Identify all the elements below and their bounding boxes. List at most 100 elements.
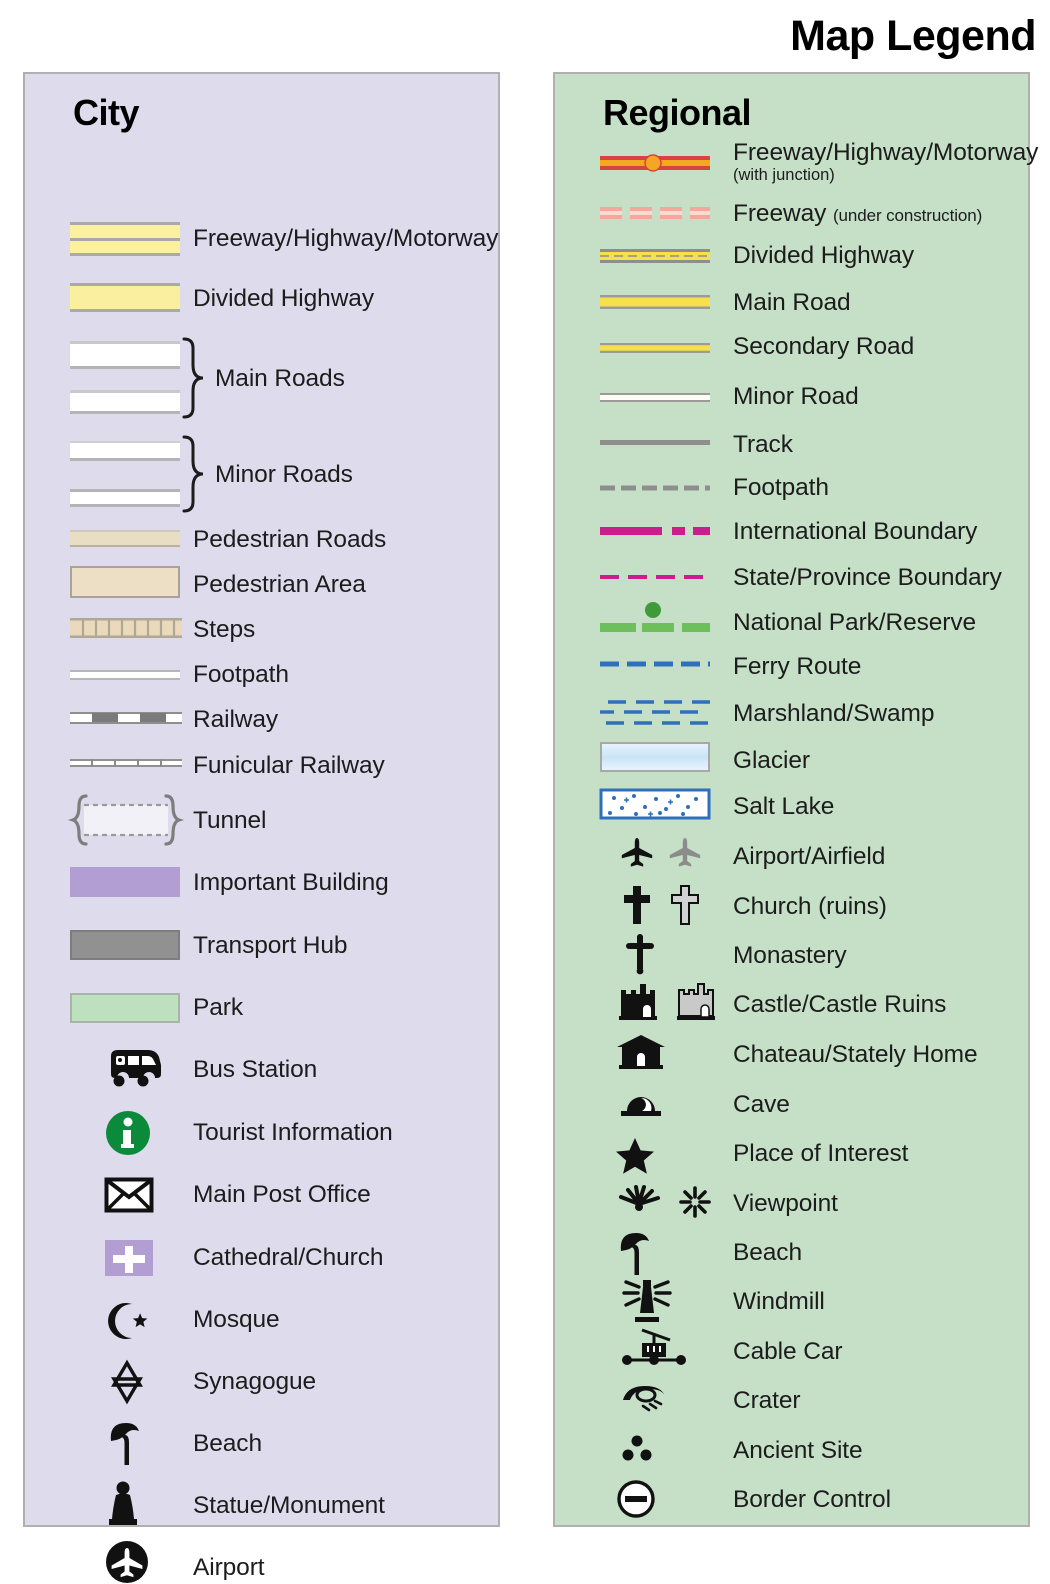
regional-item-label-8: International Boundary xyxy=(733,518,978,545)
regional-item-label-20: Cave xyxy=(733,1091,790,1118)
main-roads-band-icon-2 xyxy=(70,390,180,414)
regional-item-sublabel-0: (with junction) xyxy=(733,166,835,184)
regional-item-label-19: Chateau/Stately Home xyxy=(733,1041,978,1068)
freeway-construction-dash-icon xyxy=(600,204,710,222)
city-item-label-21: Statue/Monument xyxy=(193,1492,385,1519)
city-item-label-4: Pedestrian Roads xyxy=(193,526,387,553)
airplane-pair-icon xyxy=(615,835,725,875)
bus-icon xyxy=(105,1046,161,1090)
footpath-dash-icon xyxy=(600,483,710,493)
windmill-icon xyxy=(615,1277,725,1325)
regional-item-label-9: State/Province Boundary xyxy=(733,564,1002,591)
park-swatch-icon xyxy=(70,993,180,1023)
envelope-icon xyxy=(104,1177,157,1213)
border-control-icon xyxy=(615,1478,725,1520)
secondary-road-line-icon xyxy=(600,342,710,355)
city-item-label-17: Cathedral/Church xyxy=(193,1244,384,1271)
regional-item-label-11: Ferry Route xyxy=(733,653,862,680)
regional-item-label-12: Marshland/Swamp xyxy=(733,700,935,727)
parasol-icon xyxy=(105,1421,157,1467)
marshland-icon xyxy=(600,697,710,729)
city-item-label-11: Important Building xyxy=(193,869,389,896)
regional-item-label-13: Glacier xyxy=(733,747,810,774)
regional-item-label-3: Main Road xyxy=(733,289,851,316)
footpath-line-icon xyxy=(70,670,180,680)
church-cross-block-icon xyxy=(105,1240,157,1276)
city-item-label-19: Synagogue xyxy=(193,1368,317,1395)
regional-item-label-4: Secondary Road xyxy=(733,333,915,360)
regional-item-label-27: Ancient Site xyxy=(733,1437,863,1464)
information-circle-icon xyxy=(105,1110,157,1156)
divided-highway-line-icon xyxy=(600,247,710,265)
regional-item-label-6: Track xyxy=(733,431,793,458)
parasol-icon xyxy=(615,1231,725,1277)
regional-item-label-0: Freeway/Highway/Motorway xyxy=(733,139,1039,166)
regional-item-label-21: Place of Interest xyxy=(733,1140,909,1167)
castle-pair-icon xyxy=(615,982,725,1022)
city-item-label-0: Freeway/Highway/Motorway xyxy=(193,225,499,252)
star-of-david-icon xyxy=(105,1359,157,1405)
divided-highway-band-icon xyxy=(70,283,180,312)
star-icon xyxy=(615,1136,725,1174)
regional-item-label-1-sub: (under construction) xyxy=(832,206,983,225)
ancient-site-dots-icon xyxy=(615,1432,725,1466)
regional-item-label-22: Viewpoint xyxy=(733,1190,838,1217)
important-building-swatch-icon xyxy=(70,867,180,897)
city-item-label-20: Beach xyxy=(193,1430,262,1457)
regional-item-label-26: Crater xyxy=(733,1387,801,1414)
minor-roads-band-icon-2 xyxy=(70,489,180,507)
regional-item-label-16: Church (ruins) xyxy=(733,893,887,920)
minor-road-line-icon xyxy=(600,392,710,404)
state-boundary-icon xyxy=(600,572,710,582)
city-item-label-10: Tunnel xyxy=(193,807,267,834)
city-item-label-1: Divided Highway xyxy=(193,285,374,312)
railway-line-icon xyxy=(70,710,182,726)
city-item-label-3: Minor Roads xyxy=(215,461,353,488)
regional-item-label-23: Beach xyxy=(733,1239,802,1266)
city-item-label-6: Steps xyxy=(193,616,256,643)
city-item-label-7: Footpath xyxy=(193,661,289,688)
transport-hub-swatch-icon xyxy=(70,930,180,960)
crater-icon xyxy=(615,1382,725,1416)
city-item-label-13: Park xyxy=(193,994,243,1021)
city-item-label-14: Bus Station xyxy=(193,1056,318,1083)
main-road-line-icon xyxy=(600,294,710,310)
regional-panel-heading: Regional xyxy=(603,92,752,133)
city-item-label-2: Main Roads xyxy=(215,365,345,392)
crescent-star-icon xyxy=(105,1300,157,1342)
international-boundary-icon xyxy=(600,524,710,538)
regional-item-label-10: National Park/Reserve xyxy=(733,609,977,636)
city-item-label-5: Pedestrian Area xyxy=(193,571,366,598)
pedestrian-road-band-icon xyxy=(70,530,180,547)
statue-icon xyxy=(105,1480,157,1528)
regional-item-label-2: Divided Highway xyxy=(733,242,914,269)
funicular-railway-line-icon xyxy=(70,755,182,771)
steps-band-icon xyxy=(70,617,182,639)
city-legend-panel: City Freeway/Highway/Motorway Divided Hi… xyxy=(23,72,500,1583)
regional-item-label-1: Freeway (under construction) xyxy=(733,200,982,228)
city-panel-heading: City xyxy=(73,92,140,133)
regional-item-label-15: Airport/Airfield xyxy=(733,843,886,870)
viewpoint-burst-icon xyxy=(615,1183,725,1221)
city-item-label-16: Main Post Office xyxy=(193,1181,371,1208)
airport-circle-icon xyxy=(105,1540,157,1584)
monastery-cross-icon xyxy=(615,934,725,976)
main-roads-band-icon xyxy=(70,341,180,369)
city-item-label-15: Tourist Information xyxy=(193,1119,393,1146)
regional-item-label-28: Border Control xyxy=(733,1486,891,1513)
glacier-swatch-icon xyxy=(600,742,710,772)
track-line-icon xyxy=(600,438,710,448)
city-item-label-18: Mosque xyxy=(193,1306,280,1333)
main-roads-brace xyxy=(180,337,206,419)
cross-pair-icon xyxy=(615,885,725,925)
freeway-junction-line-icon xyxy=(600,152,710,174)
regional-item-label-7: Footpath xyxy=(733,474,829,501)
city-item-label-22: Airport xyxy=(193,1554,265,1581)
pedestrian-area-swatch-icon xyxy=(70,566,180,598)
city-item-label-12: Transport Hub xyxy=(193,932,348,959)
minor-roads-band-icon xyxy=(70,441,180,461)
national-park-icon xyxy=(600,601,710,633)
regional-item-label-25: Cable Car xyxy=(733,1338,843,1365)
cave-icon xyxy=(615,1083,725,1121)
regional-item-label-1-main: Freeway xyxy=(733,200,827,227)
